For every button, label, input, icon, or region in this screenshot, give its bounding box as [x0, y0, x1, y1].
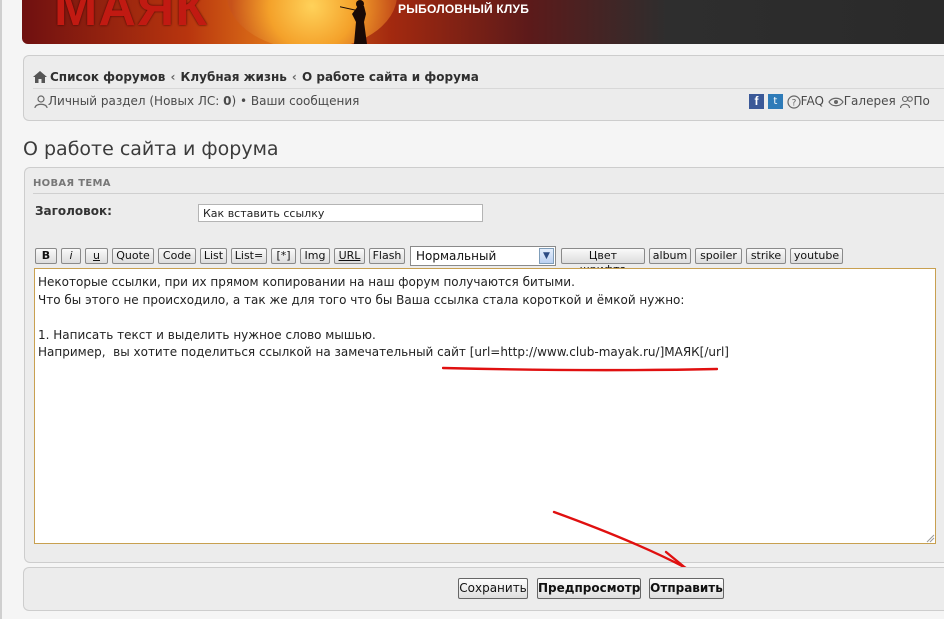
font-size-select[interactable]: Нормальный ▼: [410, 246, 556, 266]
quote-button[interactable]: Quote: [112, 248, 154, 264]
font-color-button[interactable]: Цвет шрифта: [561, 248, 645, 276]
submit-button[interactable]: Отправить: [649, 578, 724, 599]
strike-button[interactable]: strike: [746, 248, 786, 264]
personal-section-close: ): [231, 94, 237, 108]
twitter-icon[interactable]: t: [767, 94, 783, 109]
preview-button[interactable]: Предпросмотр: [537, 578, 641, 599]
gallery-link[interactable]: Галерея: [844, 94, 896, 108]
personal-section-link[interactable]: Личный раздел (Новых ЛС: 0): [48, 94, 236, 108]
faq-link[interactable]: FAQ: [801, 94, 824, 108]
fisherman-silhouette-icon: [340, 0, 367, 44]
subject-input[interactable]: [198, 204, 483, 222]
breadcrumb-current-forum[interactable]: О работе сайта и форума: [302, 70, 479, 84]
chevron-down-icon[interactable]: ▼: [539, 248, 554, 264]
panel-heading: НОВАЯ ТЕМА: [33, 178, 111, 189]
resize-grip-icon[interactable]: [925, 533, 935, 543]
svg-text:?: ?: [791, 98, 796, 108]
breadcrumb-forum-index[interactable]: Список форумов: [50, 70, 165, 84]
bold-button[interactable]: B: [35, 248, 57, 264]
panel-divider: [33, 193, 944, 194]
subject-label: Заголовок:: [35, 204, 112, 218]
breadcrumb-separator: ‹: [291, 70, 297, 84]
flash-button[interactable]: Flash: [369, 248, 405, 264]
facebook-icon[interactable]: f: [749, 94, 764, 109]
font-size-value: Нормальный: [416, 249, 497, 263]
new-pm-count: 0: [223, 94, 232, 108]
site-logo: МАЯК: [54, 0, 208, 37]
breadcrumb-separator: ‹: [170, 70, 176, 84]
list-button[interactable]: List: [200, 248, 227, 264]
editor-line: Например, вы хотите поделиться ссылкой н…: [38, 345, 729, 359]
left-rule: [0, 0, 2, 619]
italic-button[interactable]: i: [61, 248, 81, 264]
help-icon: ?: [787, 94, 801, 109]
img-button[interactable]: Img: [300, 248, 330, 264]
bullet-separator: •: [240, 94, 248, 108]
list-item-button[interactable]: [*]: [271, 248, 296, 264]
youtube-button[interactable]: youtube: [790, 248, 843, 264]
editor-line: Что бы этого не происходило, а так же дл…: [38, 292, 685, 307]
breadcrumb-club-life[interactable]: Клубная жизнь: [181, 70, 287, 84]
code-button[interactable]: Code: [158, 248, 196, 264]
red-underline-annotation: [442, 366, 718, 372]
quick-links: f t ? FAQ Галерея По: [749, 94, 930, 109]
spoiler-button[interactable]: spoiler: [695, 248, 742, 264]
user-icon: [34, 94, 48, 108]
my-posts-link[interactable]: Ваши сообщения: [251, 94, 359, 108]
save-button[interactable]: Сохранить: [458, 578, 528, 599]
page-title[interactable]: О работе сайта и форума: [23, 138, 279, 160]
underline-button[interactable]: u: [85, 248, 108, 264]
users-link[interactable]: По: [914, 94, 930, 108]
breadcrumb: Список форумов ‹ Клубная жизнь ‹ О работ…: [33, 66, 479, 85]
editor-line: 1. Написать текст и выделить нужное слов…: [38, 327, 376, 342]
url-button[interactable]: URL: [334, 248, 365, 264]
site-header-banner[interactable]: МАЯК РЫБОЛОВНЫЙ КЛУБ: [22, 0, 944, 44]
site-subtitle: РЫБОЛОВНЫЙ КЛУБ: [398, 2, 530, 16]
album-button[interactable]: album: [649, 248, 691, 264]
home-icon[interactable]: [33, 70, 47, 83]
editor-line: Некоторые ссылки, при их прямом копирова…: [38, 275, 575, 289]
nav-divider: [33, 88, 944, 89]
message-textarea[interactable]: Некоторые ссылки, при их прямом копирова…: [34, 268, 936, 544]
user-links: Личный раздел (Новых ЛС: 0) • Ваши сообщ…: [34, 94, 359, 109]
users-icon: [899, 95, 913, 108]
eye-icon: [828, 97, 844, 106]
personal-section-label: Личный раздел (Новых ЛС:: [48, 94, 224, 108]
ordered-list-button[interactable]: List=: [231, 248, 267, 264]
